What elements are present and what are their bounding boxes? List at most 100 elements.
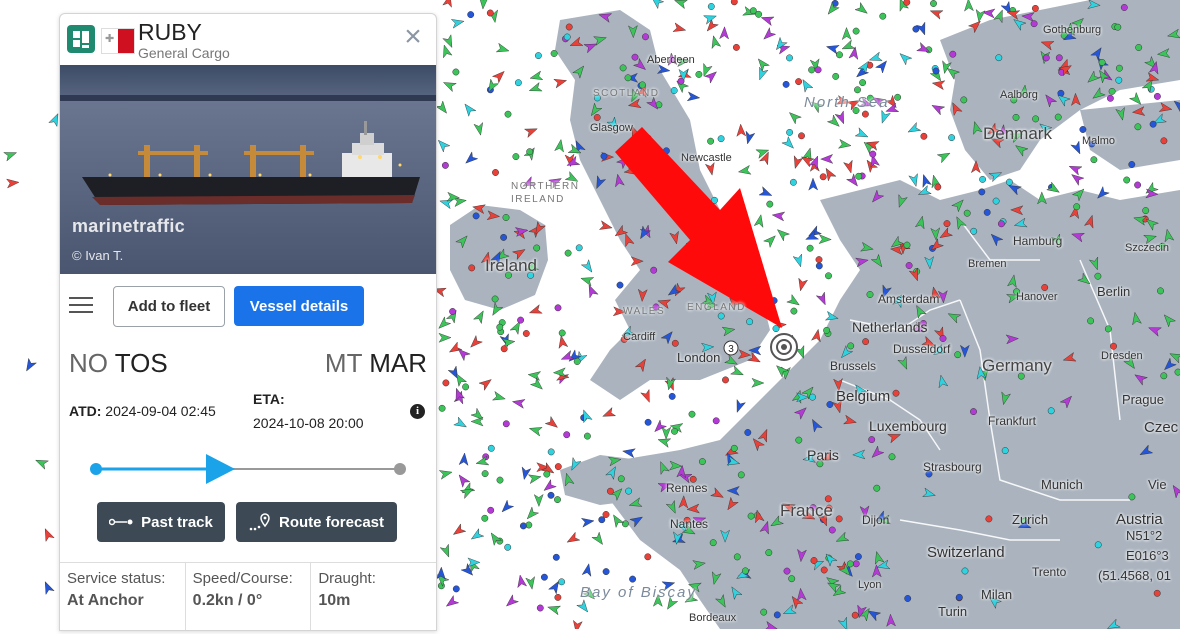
vessel-marker[interactable] [496, 323, 504, 331]
vessel-marker[interactable] [625, 487, 633, 495]
vessel-marker[interactable] [873, 484, 881, 492]
vessel-marker[interactable] [932, 67, 940, 75]
vessel-marker[interactable] [519, 522, 527, 530]
vessel-marker[interactable] [481, 514, 489, 522]
vessel-marker[interactable] [949, 50, 957, 58]
vessel-marker[interactable] [441, 161, 449, 169]
vessel-marker[interactable] [783, 567, 791, 575]
vessel-marker[interactable] [717, 135, 725, 143]
selected-vessel-marker[interactable] [770, 333, 798, 361]
vessel-marker[interactable] [670, 87, 678, 94]
vessel-marker[interactable] [1110, 342, 1117, 350]
vessel-marker[interactable] [765, 549, 773, 557]
vessel-marker[interactable] [631, 53, 639, 61]
vessel-marker[interactable] [836, 51, 843, 59]
vessel-marker[interactable] [1042, 54, 1050, 62]
vessel-marker[interactable] [1114, 23, 1122, 31]
vessel-marker[interactable] [852, 560, 860, 568]
vessel-marker[interactable] [930, 0, 937, 7]
vessel-marker[interactable] [772, 325, 780, 333]
vessel-marker[interactable] [602, 511, 610, 518]
vessel-marker[interactable] [534, 52, 542, 60]
vessel-marker[interactable] [504, 110, 512, 118]
vessel-marker[interactable] [526, 148, 534, 156]
vessel-marker[interactable] [487, 506, 495, 514]
vessel-marker[interactable] [552, 553, 560, 561]
vessel-marker[interactable] [452, 585, 460, 593]
vessel-marker[interactable] [1115, 76, 1123, 84]
vessel-marker[interactable] [1134, 181, 1142, 189]
vessel-marker[interactable] [712, 417, 720, 425]
vessel-marker[interactable] [1153, 92, 1161, 100]
vessel-marker[interactable] [536, 604, 544, 612]
vessel-marker[interactable] [732, 43, 740, 51]
vessel-marker[interactable] [563, 431, 571, 439]
vessel-marker[interactable] [1090, 156, 1098, 164]
vessel-marker[interactable] [558, 578, 566, 586]
vessel-marker[interactable] [846, 560, 854, 568]
vessel-marker[interactable] [554, 593, 562, 601]
vessel-marker[interactable] [606, 487, 614, 495]
vessel-marker[interactable] [707, 3, 715, 10]
vessel-marker[interactable] [985, 515, 993, 523]
vessel-marker[interactable] [795, 436, 803, 444]
vessel-marker[interactable] [1160, 372, 1168, 380]
vessel-marker[interactable] [677, 77, 685, 85]
vessel-marker[interactable] [1160, 137, 1168, 145]
route-forecast-button[interactable]: Route forecast [236, 502, 397, 542]
vessel-marker[interactable] [868, 436, 876, 444]
vessel-marker[interactable] [979, 175, 987, 183]
vessel-marker[interactable] [722, 376, 729, 384]
vessel-marker[interactable] [773, 611, 781, 619]
vessel-marker[interactable] [737, 471, 745, 479]
vessel-marker[interactable] [492, 169, 499, 176]
vessel-marker[interactable] [905, 262, 913, 269]
vessel-marker[interactable] [983, 208, 991, 216]
vessel-marker[interactable] [825, 272, 832, 280]
vessel-marker[interactable] [563, 33, 571, 41]
vessel-marker[interactable] [828, 526, 836, 534]
vessel-marker[interactable] [859, 79, 867, 87]
vessel-marker[interactable] [1094, 272, 1102, 280]
vessel-marker[interactable] [1134, 123, 1142, 131]
vessel-marker[interactable] [904, 595, 912, 602]
vessel-marker[interactable] [1115, 64, 1123, 72]
vessel-marker[interactable] [486, 9, 494, 17]
vessel-marker[interactable] [650, 266, 658, 274]
vessel-marker[interactable] [1128, 161, 1136, 168]
vessel-marker[interactable] [970, 227, 978, 235]
vessel-marker[interactable] [504, 543, 512, 551]
vessel-marker[interactable] [790, 307, 798, 315]
vessel-marker[interactable] [826, 401, 834, 408]
vessel-marker[interactable] [554, 463, 562, 471]
vessel-marker[interactable] [1055, 54, 1063, 62]
vessel-marker[interactable] [617, 475, 625, 483]
vessel-marker[interactable] [671, 427, 678, 435]
vessel-marker[interactable] [533, 244, 541, 252]
vessel-marker[interactable] [449, 308, 457, 315]
vessel-marker[interactable] [903, 0, 911, 6]
vessel-marker[interactable] [517, 316, 525, 324]
vessel-marker[interactable] [1153, 589, 1161, 597]
vessel-marker[interactable] [1149, 120, 1157, 128]
vessel-marker[interactable] [1104, 325, 1112, 333]
vessel-marker[interactable] [707, 137, 715, 145]
vessel-marker[interactable] [1087, 317, 1095, 325]
vessel-marker[interactable] [624, 74, 632, 82]
vessel-marker[interactable] [744, 429, 752, 436]
vessel-marker[interactable] [992, 197, 1000, 205]
vessel-marker[interactable] [820, 566, 828, 574]
vessel-marker[interactable] [558, 329, 566, 337]
vessel-marker[interactable] [668, 392, 676, 400]
vessel-marker[interactable] [619, 64, 627, 72]
vessel-marker[interactable] [749, 7, 757, 15]
vessel-marker[interactable] [948, 134, 956, 142]
cluster-marker[interactable]: 3 [723, 340, 739, 356]
vessel-marker[interactable] [970, 408, 977, 416]
vessel-marker[interactable] [960, 96, 968, 104]
vessel-marker[interactable] [733, 553, 741, 561]
vessel-marker[interactable] [467, 11, 475, 19]
vessel-marker[interactable] [717, 312, 725, 320]
vessel-marker[interactable] [1079, 126, 1087, 133]
vessel-marker[interactable] [866, 291, 874, 298]
